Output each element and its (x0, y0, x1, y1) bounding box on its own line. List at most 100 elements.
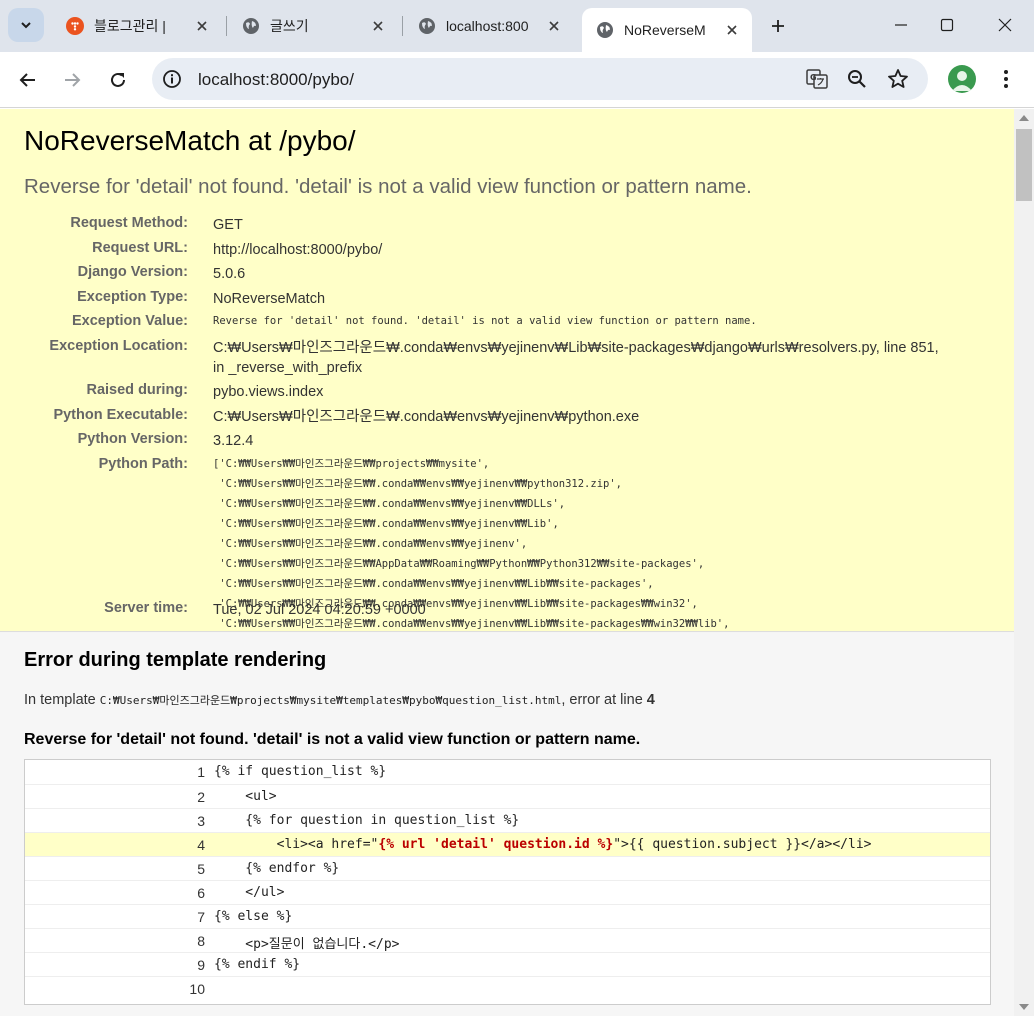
source-line: 3 {% for question in question_list %} (25, 808, 990, 832)
forward-button[interactable] (56, 64, 88, 96)
page-title: NoReverseMatch at /pybo/ (24, 125, 356, 156)
tab-localhost[interactable]: localhost:800 (404, 8, 574, 44)
meta-label: Request Method: (70, 215, 188, 231)
template-error-heading: Error during template rendering (24, 649, 327, 671)
more-vert-icon (1004, 70, 1008, 88)
source-line: 5 {% endfor %} (25, 856, 990, 880)
translate-icon[interactable]: G (804, 66, 830, 92)
meta-value: C:₩Users₩마인즈그라운드₩.conda₩envs₩yejinenv₩Li… (213, 340, 939, 376)
back-button[interactable] (12, 64, 44, 96)
line-source: {% for question in question_list %} (214, 813, 520, 828)
source-line: 9 {% endif %} (25, 952, 990, 976)
line-number: 9 (197, 957, 205, 973)
new-tab-button[interactable] (764, 14, 792, 38)
meta-value: Reverse for 'detail' not found. 'detail'… (213, 315, 757, 327)
line-source: <ul> (214, 789, 277, 804)
scrollbar-thumb[interactable] (1016, 129, 1032, 201)
source-line: 2 <ul> (25, 784, 990, 808)
tab-title: 글쓰기 (270, 18, 309, 34)
source-line: 7 {% else %} (25, 904, 990, 928)
tab-separator (226, 16, 227, 36)
template-error-section: Error during template rendering In templ… (0, 633, 1014, 1016)
reload-icon (111, 72, 125, 87)
close-icon[interactable] (192, 16, 212, 36)
close-icon (998, 18, 1012, 32)
close-icon[interactable] (368, 16, 388, 36)
globe-icon (596, 21, 614, 39)
line-number: 3 (197, 813, 205, 829)
page-viewport: NoReverseMatch at /pybo/ Reverse for 'de… (0, 109, 1014, 1016)
tab-noreversematch[interactable]: NoReverseM (582, 8, 752, 52)
source-line: 6 </ul> (25, 880, 990, 904)
site-info-icon[interactable] (162, 69, 182, 89)
close-icon[interactable] (722, 20, 742, 40)
line-number: 2 (197, 789, 205, 805)
maximize-button[interactable] (924, 10, 970, 40)
line-number: 7 (197, 909, 205, 925)
error-at-label: , error at line (561, 692, 643, 708)
line-source: {% else %} (214, 909, 293, 924)
browser-toolbar: localhost:8000/pybo/ G (0, 52, 1034, 108)
globe-icon (242, 17, 260, 35)
close-window-button[interactable] (982, 10, 1028, 40)
template-location: In template C:₩Users₩마인즈그라운드₩projects₩my… (24, 692, 655, 708)
meta-label: Exception Location: (49, 338, 188, 354)
line-number: 4 (197, 837, 205, 853)
line-number: 8 (197, 933, 205, 949)
tab-title: localhost:800 (446, 18, 529, 34)
line-source: {% endif %} (214, 957, 301, 972)
source-line: 10 (25, 976, 990, 1000)
svg-text:G: G (810, 73, 817, 82)
error-line-number: 4 (646, 692, 655, 708)
template-source-table: 1 {% if question_list %} 2 <ul> 3 {% for… (24, 759, 991, 1005)
meta-value: ['C:₩₩Users₩₩마인즈그라운드₩₩projects₩₩mysite',… (213, 458, 730, 650)
browser-menu-button[interactable] (994, 66, 1018, 92)
bookmark-star-icon[interactable] (885, 66, 911, 92)
meta-value: http://localhost:8000/pybo/ (213, 242, 383, 258)
tab-search-button[interactable] (8, 8, 44, 42)
profile-avatar[interactable] (948, 65, 976, 93)
arrow-right-icon (65, 73, 81, 87)
line-number: 1 (197, 764, 205, 780)
tistory-icon (66, 17, 84, 35)
source-error-fragment: {% url 'detail' question.id %} (378, 837, 614, 852)
meta-value: NoReverseMatch (213, 291, 326, 307)
close-icon[interactable] (544, 16, 564, 36)
line-source: <li><a href="{% url 'detail' question.id… (214, 837, 872, 852)
minimize-button[interactable] (878, 10, 924, 40)
person-icon (952, 71, 972, 91)
meta-value: pybo.views.index (213, 384, 324, 400)
chevron-down-icon (21, 22, 31, 29)
line-source: {% endfor %} (214, 861, 340, 876)
meta-label: Python Executable: (53, 407, 188, 423)
template-error-message: Reverse for 'detail' not found. 'detail'… (24, 731, 641, 748)
url-text[interactable]: localhost:8000/pybo/ (198, 70, 354, 90)
plus-icon (772, 20, 784, 32)
line-number: 6 (197, 885, 205, 901)
template-path: C:₩Users₩마인즈그라운드₩projects₩mysite₩templat… (99, 694, 562, 707)
minimize-icon (895, 24, 907, 26)
tab-blog-admin[interactable]: 블로그관리 | (52, 8, 222, 44)
error-subtitle: Reverse for 'detail' not found. 'detail'… (24, 175, 752, 198)
source-after-error: ">{{ question.subject }}</a></li> (613, 837, 872, 852)
meta-value: 3.12.4 (213, 433, 254, 449)
source-line: 1 {% if question_list %} (25, 760, 990, 784)
meta-label: Django Version: (77, 264, 188, 280)
meta-label: Exception Type: (77, 289, 188, 305)
meta-label: Python Path: (98, 456, 188, 472)
globe-icon (418, 17, 436, 35)
reload-button[interactable] (102, 64, 134, 96)
tab-write[interactable]: 글쓰기 (228, 8, 398, 44)
scroll-up-arrow-icon[interactable] (1019, 115, 1029, 121)
meta-label: Server time: (104, 600, 188, 616)
meta-value: 5.0.6 (213, 266, 246, 282)
address-bar[interactable]: localhost:8000/pybo/ G (152, 58, 928, 100)
zoom-icon[interactable] (844, 66, 870, 92)
page-scrollbar[interactable] (1014, 109, 1034, 1016)
tab-strip: 블로그관리 | 글쓰기 localhost:800 NoReverseM (0, 0, 1034, 52)
line-number: 10 (189, 981, 205, 997)
scroll-down-arrow-icon[interactable] (1019, 1004, 1029, 1010)
meta-value: C:₩Users₩마인즈그라운드₩.conda₩envs₩yejinenv₩py… (213, 409, 640, 425)
meta-value: Tue, 02 Jul 2024 04:20:59 +0000 (213, 602, 426, 618)
tab-title: 블로그관리 | (94, 18, 166, 34)
